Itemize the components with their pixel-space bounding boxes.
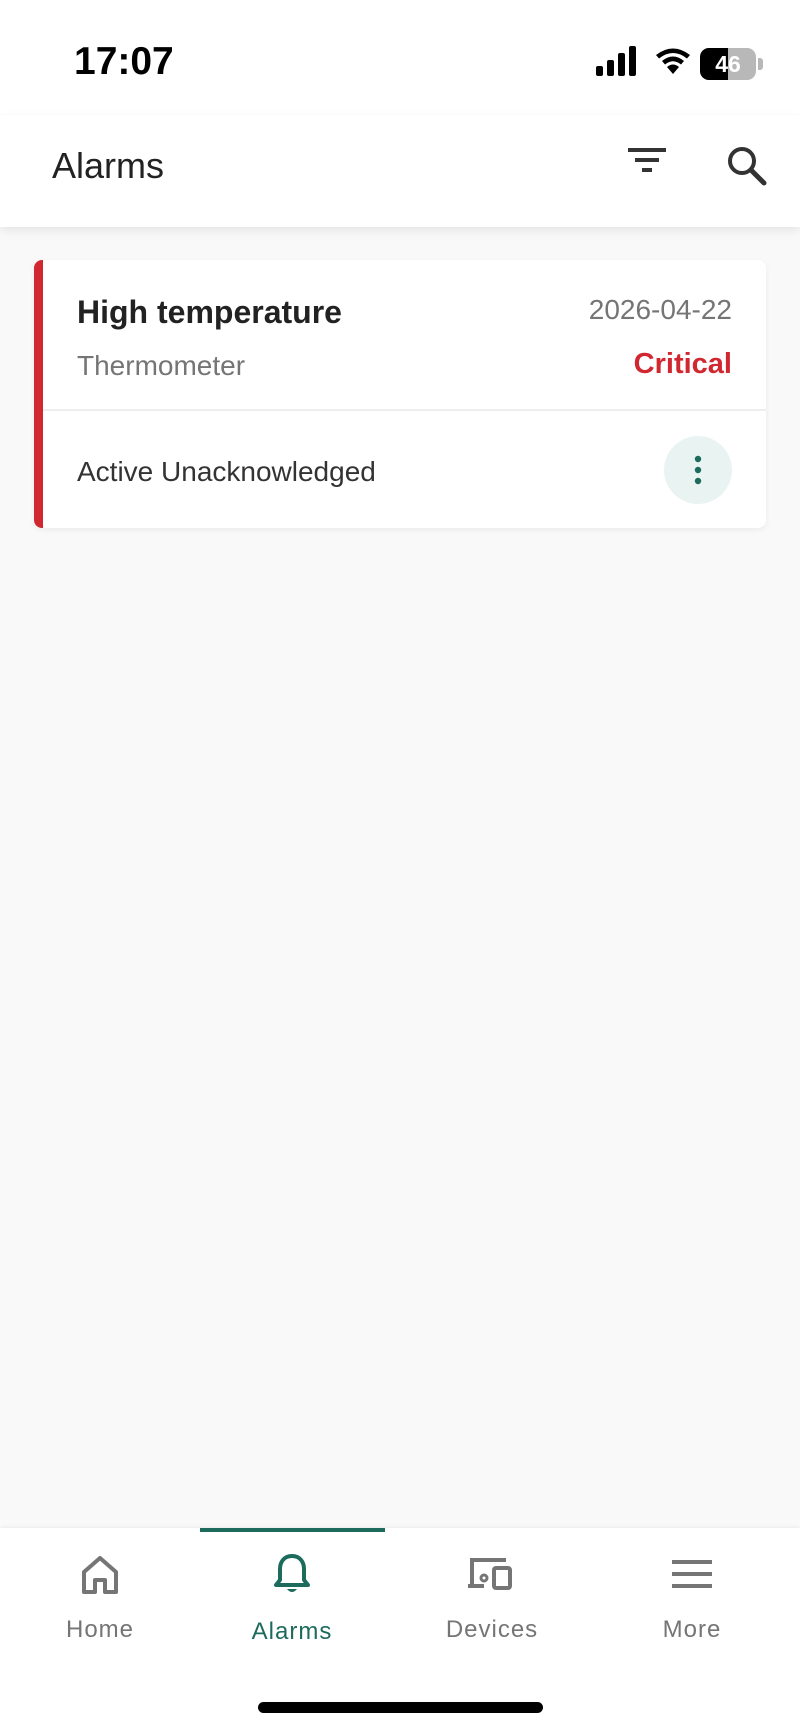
severity-indicator: [34, 260, 43, 528]
filter-button[interactable]: [622, 137, 672, 187]
app-bar: Alarms: [0, 115, 800, 227]
card-divider: [43, 409, 766, 411]
alarm-originator: Thermometer: [77, 350, 246, 381]
status-bar: 17:07 46: [0, 0, 800, 115]
alarm-date: 2026-04-22: [588, 294, 732, 325]
search-icon: [728, 147, 767, 186]
alarms-screen: 17:07 46 Alarms High temperature 2026-04…: [0, 0, 800, 1732]
battery-level: 46: [715, 51, 741, 77]
nav-item-devices[interactable]: Devices: [392, 1528, 592, 1658]
cellular-signal-icon: [596, 46, 636, 76]
alarm-severity: Critical: [633, 348, 732, 380]
nav-item-alarms[interactable]: Alarms: [192, 1528, 392, 1658]
nav-item-more[interactable]: More: [592, 1528, 792, 1658]
page-title: Alarms: [52, 145, 165, 186]
nav-label-devices: Devices: [445, 1616, 539, 1643]
alarm-more-button[interactable]: [664, 436, 732, 504]
alarm-card[interactable]: High temperature 2026-04-22 Thermometer …: [34, 260, 766, 528]
nav-label-alarms: Alarms: [251, 1618, 333, 1645]
more-vertical-icon: [694, 455, 702, 485]
search-button[interactable]: [722, 141, 772, 191]
nav-label-more: More: [662, 1616, 722, 1643]
alarm-status: Active Unacknowledged: [77, 456, 376, 487]
menu-icon: [672, 1560, 712, 1588]
devices-icon: [468, 1558, 512, 1590]
alarm-title: High temperature: [77, 294, 342, 330]
home-icon: [82, 1556, 118, 1594]
battery-icon: 46: [700, 48, 764, 80]
bell-icon: [274, 1554, 310, 1592]
filter-list-icon: [628, 148, 666, 172]
status-time: 17:07: [74, 40, 174, 83]
nav-label-home: Home: [65, 1616, 135, 1643]
home-indicator[interactable]: [258, 1702, 543, 1713]
wifi-icon: [656, 48, 690, 74]
nav-item-home[interactable]: Home: [0, 1528, 200, 1658]
